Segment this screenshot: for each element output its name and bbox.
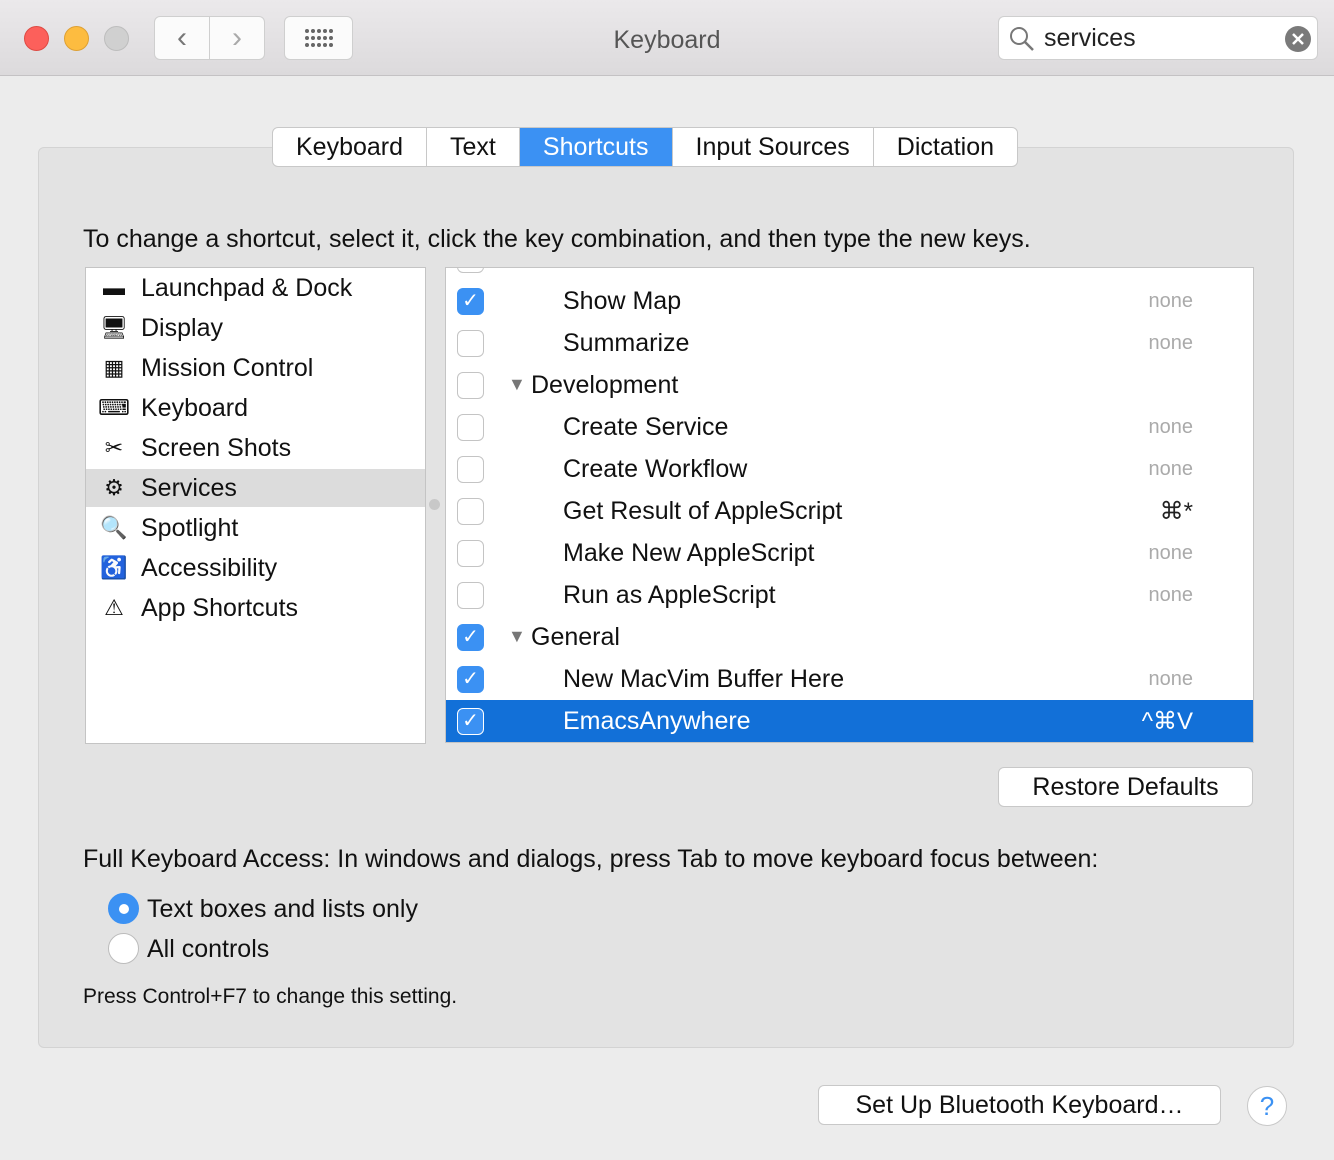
service-label: Get Result of AppleScript	[563, 497, 843, 525]
gear-icon: ⚙	[104, 475, 124, 500]
bluetooth-keyboard-button[interactable]: Set Up Bluetooth Keyboard…	[818, 1085, 1221, 1125]
tab-dictation[interactable]: Dictation	[874, 128, 1017, 166]
clear-search-icon[interactable]	[1285, 26, 1311, 52]
shortcut-key[interactable]: none	[1149, 584, 1194, 607]
app-shortcuts-icon: ⚠	[104, 595, 124, 620]
radio-all-controls-label[interactable]: All controls	[147, 935, 269, 964]
full-keyboard-access-label: Full Keyboard Access: In windows and dia…	[83, 845, 1099, 873]
list-item[interactable]: ✓ Show Map none	[446, 280, 1253, 322]
checkbox[interactable]	[457, 582, 484, 609]
sidebar-item-label: Launchpad & Dock	[141, 273, 353, 302]
shortcut-key[interactable]: none	[1149, 458, 1194, 481]
accessibility-icon: ♿	[100, 555, 128, 580]
launchpad-dock-icon: ▬	[103, 275, 125, 300]
group-row[interactable]: ▼ Development	[446, 364, 1253, 406]
sidebar-item-keyboard[interactable]: ⌨ Keyboard	[86, 389, 425, 427]
sidebar-item-services[interactable]: ⚙ Services	[86, 469, 425, 507]
checkbox[interactable]	[457, 540, 484, 567]
sidebar-item-screen-shots[interactable]: ✂ Screen Shots	[86, 429, 425, 467]
tab-bar: Keyboard Text Shortcuts Input Sources Di…	[272, 127, 1019, 167]
list-item[interactable]: Make New AppleScript none	[446, 532, 1253, 574]
search-icon	[1010, 27, 1034, 51]
sidebar-item-display[interactable]: 🖥 Display	[86, 309, 425, 347]
spotlight-icon: 🔍	[100, 515, 128, 540]
sidebar-item-app-shortcuts[interactable]: ⚠ App Shortcuts	[86, 589, 425, 627]
radio-text-boxes[interactable]	[108, 893, 139, 924]
sidebar-item-launchpad-dock[interactable]: ▬ Launchpad & Dock	[86, 269, 425, 307]
sidebar-item-label: Mission Control	[141, 353, 314, 382]
checkbox[interactable]	[457, 414, 484, 441]
checkbox[interactable]	[457, 330, 484, 357]
checkbox[interactable]	[457, 456, 484, 483]
restore-defaults-button[interactable]: Restore Defaults	[998, 767, 1253, 807]
search-input[interactable]	[1044, 23, 1274, 53]
list-item[interactable]: Create Workflow none	[446, 448, 1253, 490]
instructions-text: To change a shortcut, select it, click t…	[83, 225, 1031, 253]
list-item[interactable]: Create Service none	[446, 406, 1253, 448]
sidebar-item-label: Keyboard	[141, 393, 249, 422]
service-label: Run as AppleScript	[563, 581, 776, 609]
shortcut-key[interactable]: none	[1149, 668, 1194, 691]
list-item[interactable]: ✓ New MacVim Buffer Here none	[446, 658, 1253, 700]
checkbox[interactable]: ✓	[457, 624, 484, 651]
sidebar-item-label: Display	[141, 313, 223, 342]
tab-text[interactable]: Text	[427, 128, 520, 166]
service-label: Create Service	[563, 413, 729, 441]
keyboard-icon: ⌨	[98, 395, 130, 420]
sidebar-item-mission-control[interactable]: ▦ Mission Control	[86, 349, 425, 387]
tab-keyboard[interactable]: Keyboard	[273, 128, 428, 166]
radio-all-controls[interactable]	[108, 933, 139, 964]
hint-text: Press Control+F7 to change this setting.	[83, 985, 458, 1008]
list-item[interactable]: Run as AppleScript none	[446, 574, 1253, 616]
sidebar-item-label: Services	[141, 473, 237, 502]
sidebar-item-spotlight[interactable]: 🔍 Spotlight	[86, 509, 425, 547]
checkbox[interactable]: ✓	[457, 708, 484, 735]
split-handle[interactable]	[429, 499, 440, 510]
group-label: General	[531, 623, 620, 651]
list-item[interactable]: Get Result of AppleScript ⌘*	[446, 490, 1253, 532]
tab-shortcuts[interactable]: Shortcuts	[519, 128, 673, 166]
checkbox[interactable]	[457, 372, 484, 399]
sidebar-item-label: Screen Shots	[141, 433, 292, 462]
service-label: Summarize	[563, 329, 690, 357]
list-item-partial	[446, 268, 1253, 280]
checkbox[interactable]	[457, 498, 484, 525]
checkbox[interactable]: ✓	[457, 288, 484, 315]
help-button[interactable]: ?	[1247, 1086, 1287, 1126]
shortcut-key[interactable]: none	[1149, 290, 1194, 313]
list-item[interactable]: ✓ EmacsAnywhere ^⌘V	[446, 700, 1253, 742]
radio-text-boxes-label[interactable]: Text boxes and lists only	[147, 895, 418, 924]
group-row[interactable]: ✓ ▼ General	[446, 616, 1253, 658]
shortcut-key[interactable]: ⌘*	[1160, 497, 1193, 526]
shortcut-key[interactable]: none	[1149, 332, 1194, 355]
group-label: Development	[531, 371, 679, 399]
service-label: Show Map	[563, 287, 682, 315]
checkbox[interactable]: ✓	[457, 666, 484, 693]
shortcut-key[interactable]: none	[1149, 416, 1194, 439]
display-icon: 🖥	[100, 315, 128, 340]
shortcut-key[interactable]: none	[1149, 542, 1194, 565]
service-label: Make New AppleScript	[563, 539, 815, 567]
tab-input-sources[interactable]: Input Sources	[673, 128, 874, 166]
service-label: Create Workflow	[563, 455, 748, 483]
shortcut-list[interactable]: ✓ Show Map none Summarize none ▼ Development Cr…	[445, 267, 1254, 743]
title-bar: ‹ › Keyboard	[0, 0, 1334, 76]
checkbox[interactable]	[457, 268, 484, 273]
screenshot-icon: ✂	[104, 435, 124, 460]
sidebar-item-label: Spotlight	[141, 513, 239, 542]
sidebar-item-accessibility[interactable]: ♿ Accessibility	[86, 549, 425, 587]
service-label: New MacVim Buffer Here	[563, 665, 845, 693]
disclosure-triangle-icon[interactable]: ▼	[508, 626, 526, 647]
list-item[interactable]: Summarize none	[446, 322, 1253, 364]
shortcut-key[interactable]: ^⌘V	[1142, 707, 1193, 736]
search-field[interactable]	[998, 16, 1318, 60]
mission-control-icon: ▦	[103, 355, 125, 380]
disclosure-triangle-icon[interactable]: ▼	[508, 374, 526, 395]
sidebar-item-label: App Shortcuts	[141, 593, 299, 622]
category-list[interactable]: ▬ Launchpad & Dock 🖥 Display ▦ Mission Contro…	[85, 267, 426, 744]
service-label: EmacsAnywhere	[563, 707, 751, 735]
sidebar-item-label: Accessibility	[141, 553, 278, 582]
